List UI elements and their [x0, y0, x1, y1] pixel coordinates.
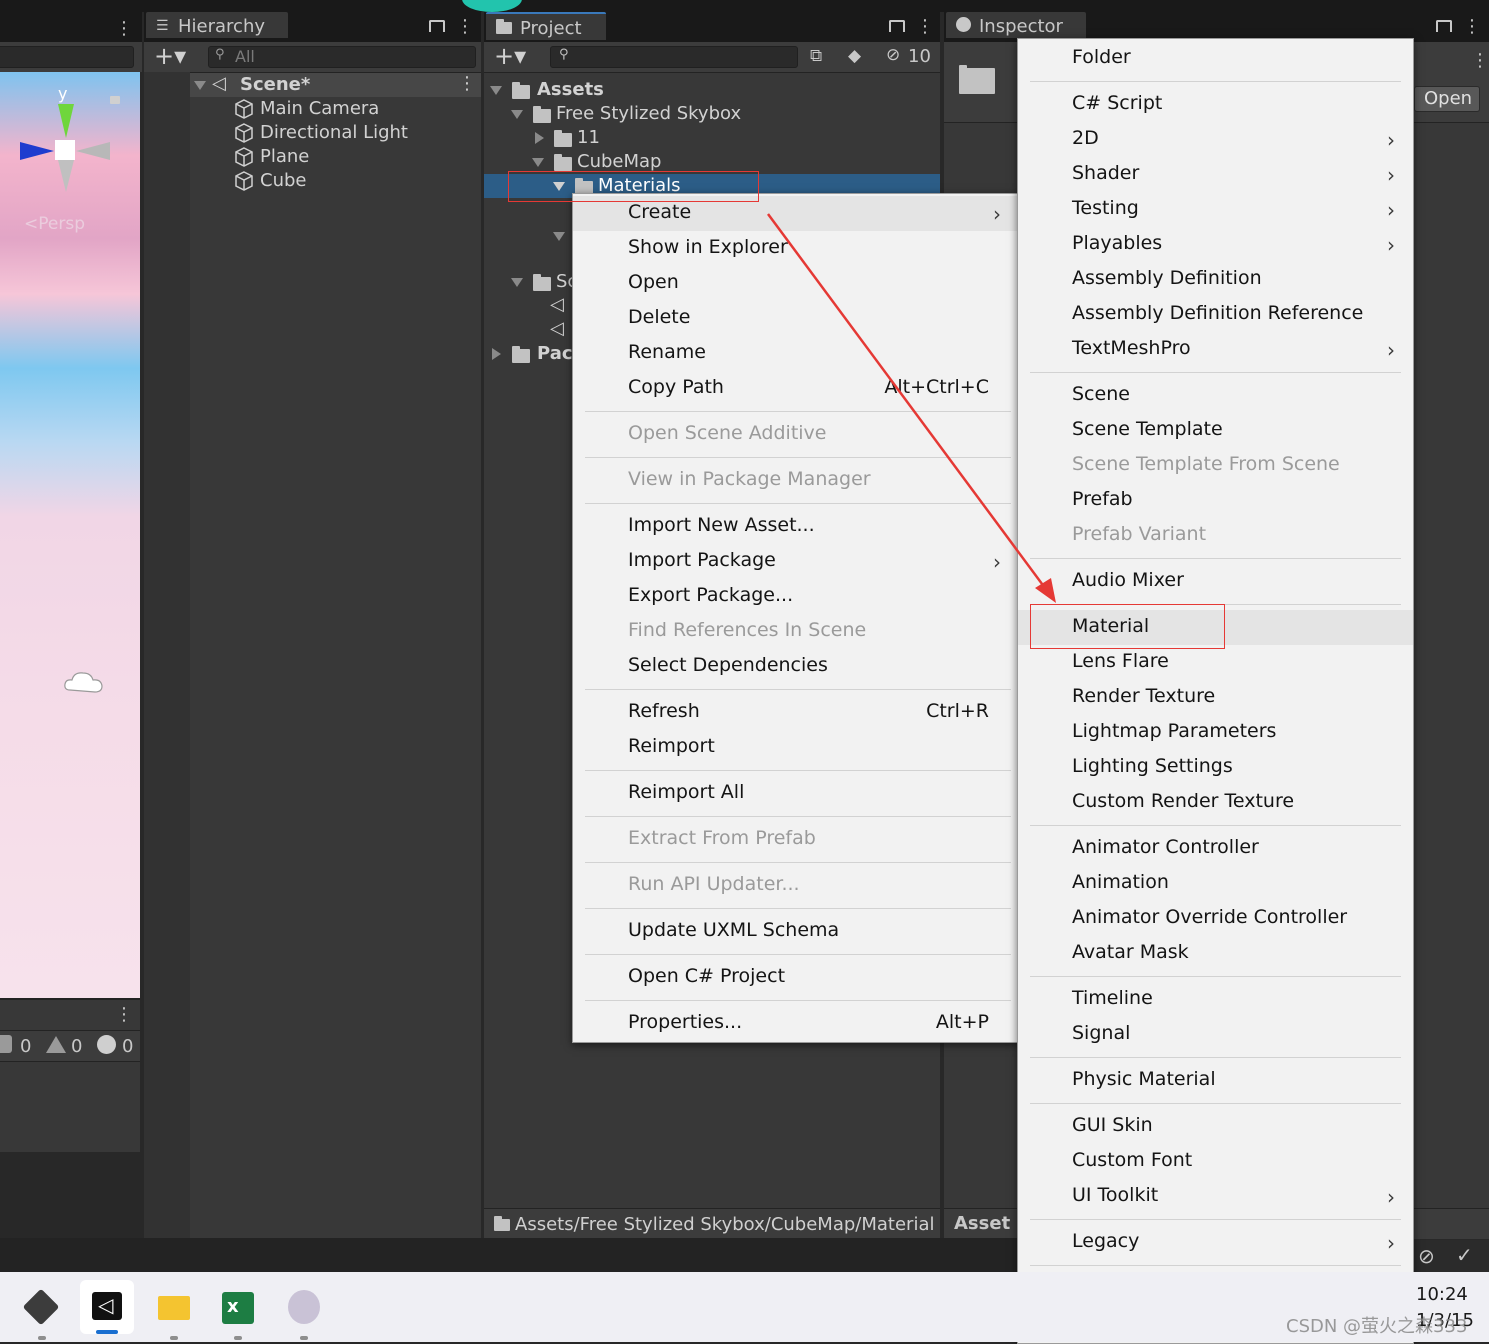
csdn-watermark: CSDN @萤火之森333	[1286, 1316, 1468, 1337]
unity-editor-taskbar-icon[interactable]: ◁	[80, 1280, 134, 1334]
clock-time[interactable]: 10:24	[1416, 1284, 1468, 1305]
file-explorer-taskbar-icon[interactable]	[152, 1286, 196, 1340]
windows-taskbar: ◁ x 10:24 1/3/15 CSDN @萤火之森333	[0, 1272, 1489, 1342]
annotation-arrow	[766, 213, 1056, 603]
excel-taskbar-icon[interactable]: x	[216, 1286, 260, 1340]
unity-hub-taskbar-icon[interactable]	[20, 1286, 64, 1340]
avatar-app-taskbar-icon[interactable]	[282, 1286, 326, 1340]
